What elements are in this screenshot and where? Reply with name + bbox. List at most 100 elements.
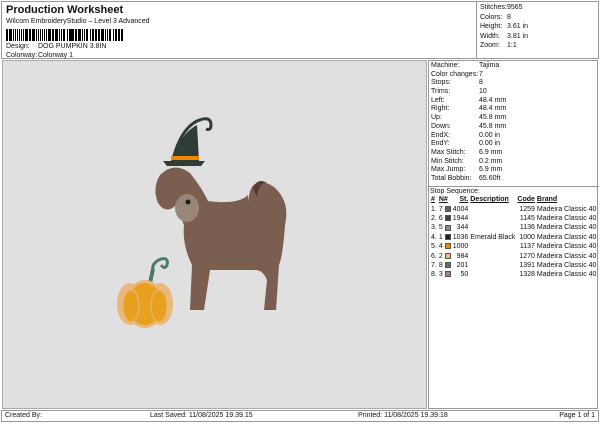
property-row: Min Stitch: 0.2 mm [431, 158, 595, 167]
property-label: Min Stitch: [431, 157, 464, 165]
property-label: Down: [431, 122, 451, 130]
property-value: 48.4 mm [479, 96, 507, 104]
thread-code: 1136 [519, 224, 535, 232]
property-label: Total Bobbin: [431, 174, 472, 182]
property-label: EndY: [431, 140, 450, 148]
color-number: 8 [438, 261, 452, 270]
color-swatch [444, 262, 451, 269]
last-saved: Last Saved: 11/08/2025 19.39.15 [150, 412, 253, 419]
barcode-bar [103, 29, 104, 41]
property-row: Left: 48.4 mm [431, 97, 595, 106]
property-row: Down: 45.8 mm [431, 123, 595, 132]
description [469, 261, 516, 270]
thread-brand: Madeira Classic 40 [536, 252, 597, 260]
barcode-bar [80, 29, 81, 41]
stop-sequence: Stop Sequence: # N# St. Description Code Bran… [429, 186, 599, 281]
property-row: Total Bobbin: 65.60ft [431, 175, 595, 184]
barcode-bar [87, 29, 89, 41]
barcode-bar [72, 29, 74, 41]
color-number: 1 [438, 233, 452, 242]
column-header: Code [517, 196, 535, 204]
thread-brand: Madeira Classic 40 [536, 243, 597, 251]
color-index: 5 [438, 224, 443, 232]
barcode-bar [18, 29, 20, 41]
thread-brand: Madeira Classic 40 [536, 205, 597, 213]
barcode-bar [98, 29, 100, 41]
stitch-count: 201 [456, 261, 469, 269]
property-value: 0.00 in [479, 131, 501, 139]
table-row: 7. 8 201 1391 Madeira Classic 40 [430, 261, 597, 270]
property-label: Stops: [431, 79, 451, 87]
stop-sequence-title: Stop Sequence: [430, 188, 480, 195]
barcode-bar [95, 29, 97, 41]
stop-number: 3. [431, 224, 437, 232]
property-label: Width: [480, 32, 500, 40]
worksheet-header: Production Worksheet Wilcom EmbroiderySt… [1, 1, 599, 59]
table-row: 2. 6 1944 1145 Madeira Classic 40 [430, 214, 597, 223]
design-name: DOG PUMPKIN 3.8IN [38, 43, 107, 50]
thread-code: 1000 [519, 233, 535, 241]
color-index: 8 [438, 261, 443, 269]
barcode-bar [41, 29, 43, 41]
stop-number: 5. [431, 243, 437, 251]
barcode-bar [64, 29, 66, 41]
color-swatch [444, 233, 451, 240]
color-index: 1 [438, 233, 443, 241]
description [469, 270, 516, 279]
property-value: 6.9 mm [479, 148, 503, 156]
property-value: 7 [479, 70, 483, 78]
table-row: 8. 3 50 1328 Madeira Classic 40 [430, 270, 597, 279]
table-row: 3. 5 344 1136 Madeira Classic 40 [430, 223, 597, 232]
property-row: EndX: 0.00 in [431, 132, 595, 141]
property-row: Color changes: 7 [431, 71, 595, 80]
colorway-label: Colorway: [6, 52, 38, 59]
property-value: 8 [507, 13, 511, 21]
property-row: Colors: 8 [480, 13, 597, 23]
color-index: 3 [438, 271, 443, 279]
thread-code: 1259 [519, 205, 535, 213]
barcode [6, 29, 124, 41]
thread-code: 1137 [519, 243, 535, 251]
property-value: 9565 [507, 4, 523, 11]
property-row: Up: 45.8 mm [431, 114, 595, 123]
property-label: Height: [480, 23, 503, 31]
barcode-bar [45, 29, 47, 41]
property-row: Height: 3.61 in [480, 22, 597, 32]
barcode-bar [110, 29, 112, 41]
color-swatch [444, 224, 451, 231]
property-label: Max Stitch: [431, 148, 466, 156]
description [469, 223, 516, 232]
property-value: 65.60ft [479, 174, 501, 182]
color-index: 6 [438, 214, 443, 222]
property-row: Right: 48.4 mm [431, 105, 595, 114]
table-row: 4. 1 1036 Emerald Black 1000 Madeira Cla… [430, 233, 597, 242]
property-value: 3.81 in [507, 32, 529, 40]
barcode-bar [11, 29, 12, 41]
property-row: Zoom: 1:1 [480, 41, 597, 51]
page-title: Production Worksheet [6, 4, 124, 16]
column-header: # [431, 196, 435, 204]
stop-number: 2. [431, 214, 437, 222]
color-swatch [444, 252, 451, 259]
barcode-bar [83, 29, 86, 41]
table-row: 1. 7 4004 1259 Madeira Classic 40 [430, 204, 597, 213]
color-number: 3 [438, 270, 452, 279]
column-header: St. [459, 196, 469, 204]
barcode-bar [57, 29, 58, 41]
thread-code: 1270 [519, 252, 535, 260]
barcode-bar [7, 29, 9, 41]
color-swatch [444, 205, 451, 212]
page-number: Page 1 of 1 [559, 412, 595, 419]
dog [155, 117, 287, 310]
color-number: 7 [438, 204, 452, 213]
stitch-count: 50 [460, 271, 469, 279]
machine-properties: Machine: Tajima Color changes: 7 Stops: 8 Trim… [429, 61, 597, 185]
description [469, 242, 516, 251]
property-label: EndX: [431, 131, 451, 139]
property-value: Tajima [479, 62, 500, 69]
property-row: Max Jump: 6.9 mm [431, 166, 595, 175]
design-preview [2, 60, 427, 409]
barcode-bar [75, 29, 77, 41]
color-index: 2 [438, 252, 443, 260]
barcode-bar [121, 29, 123, 41]
